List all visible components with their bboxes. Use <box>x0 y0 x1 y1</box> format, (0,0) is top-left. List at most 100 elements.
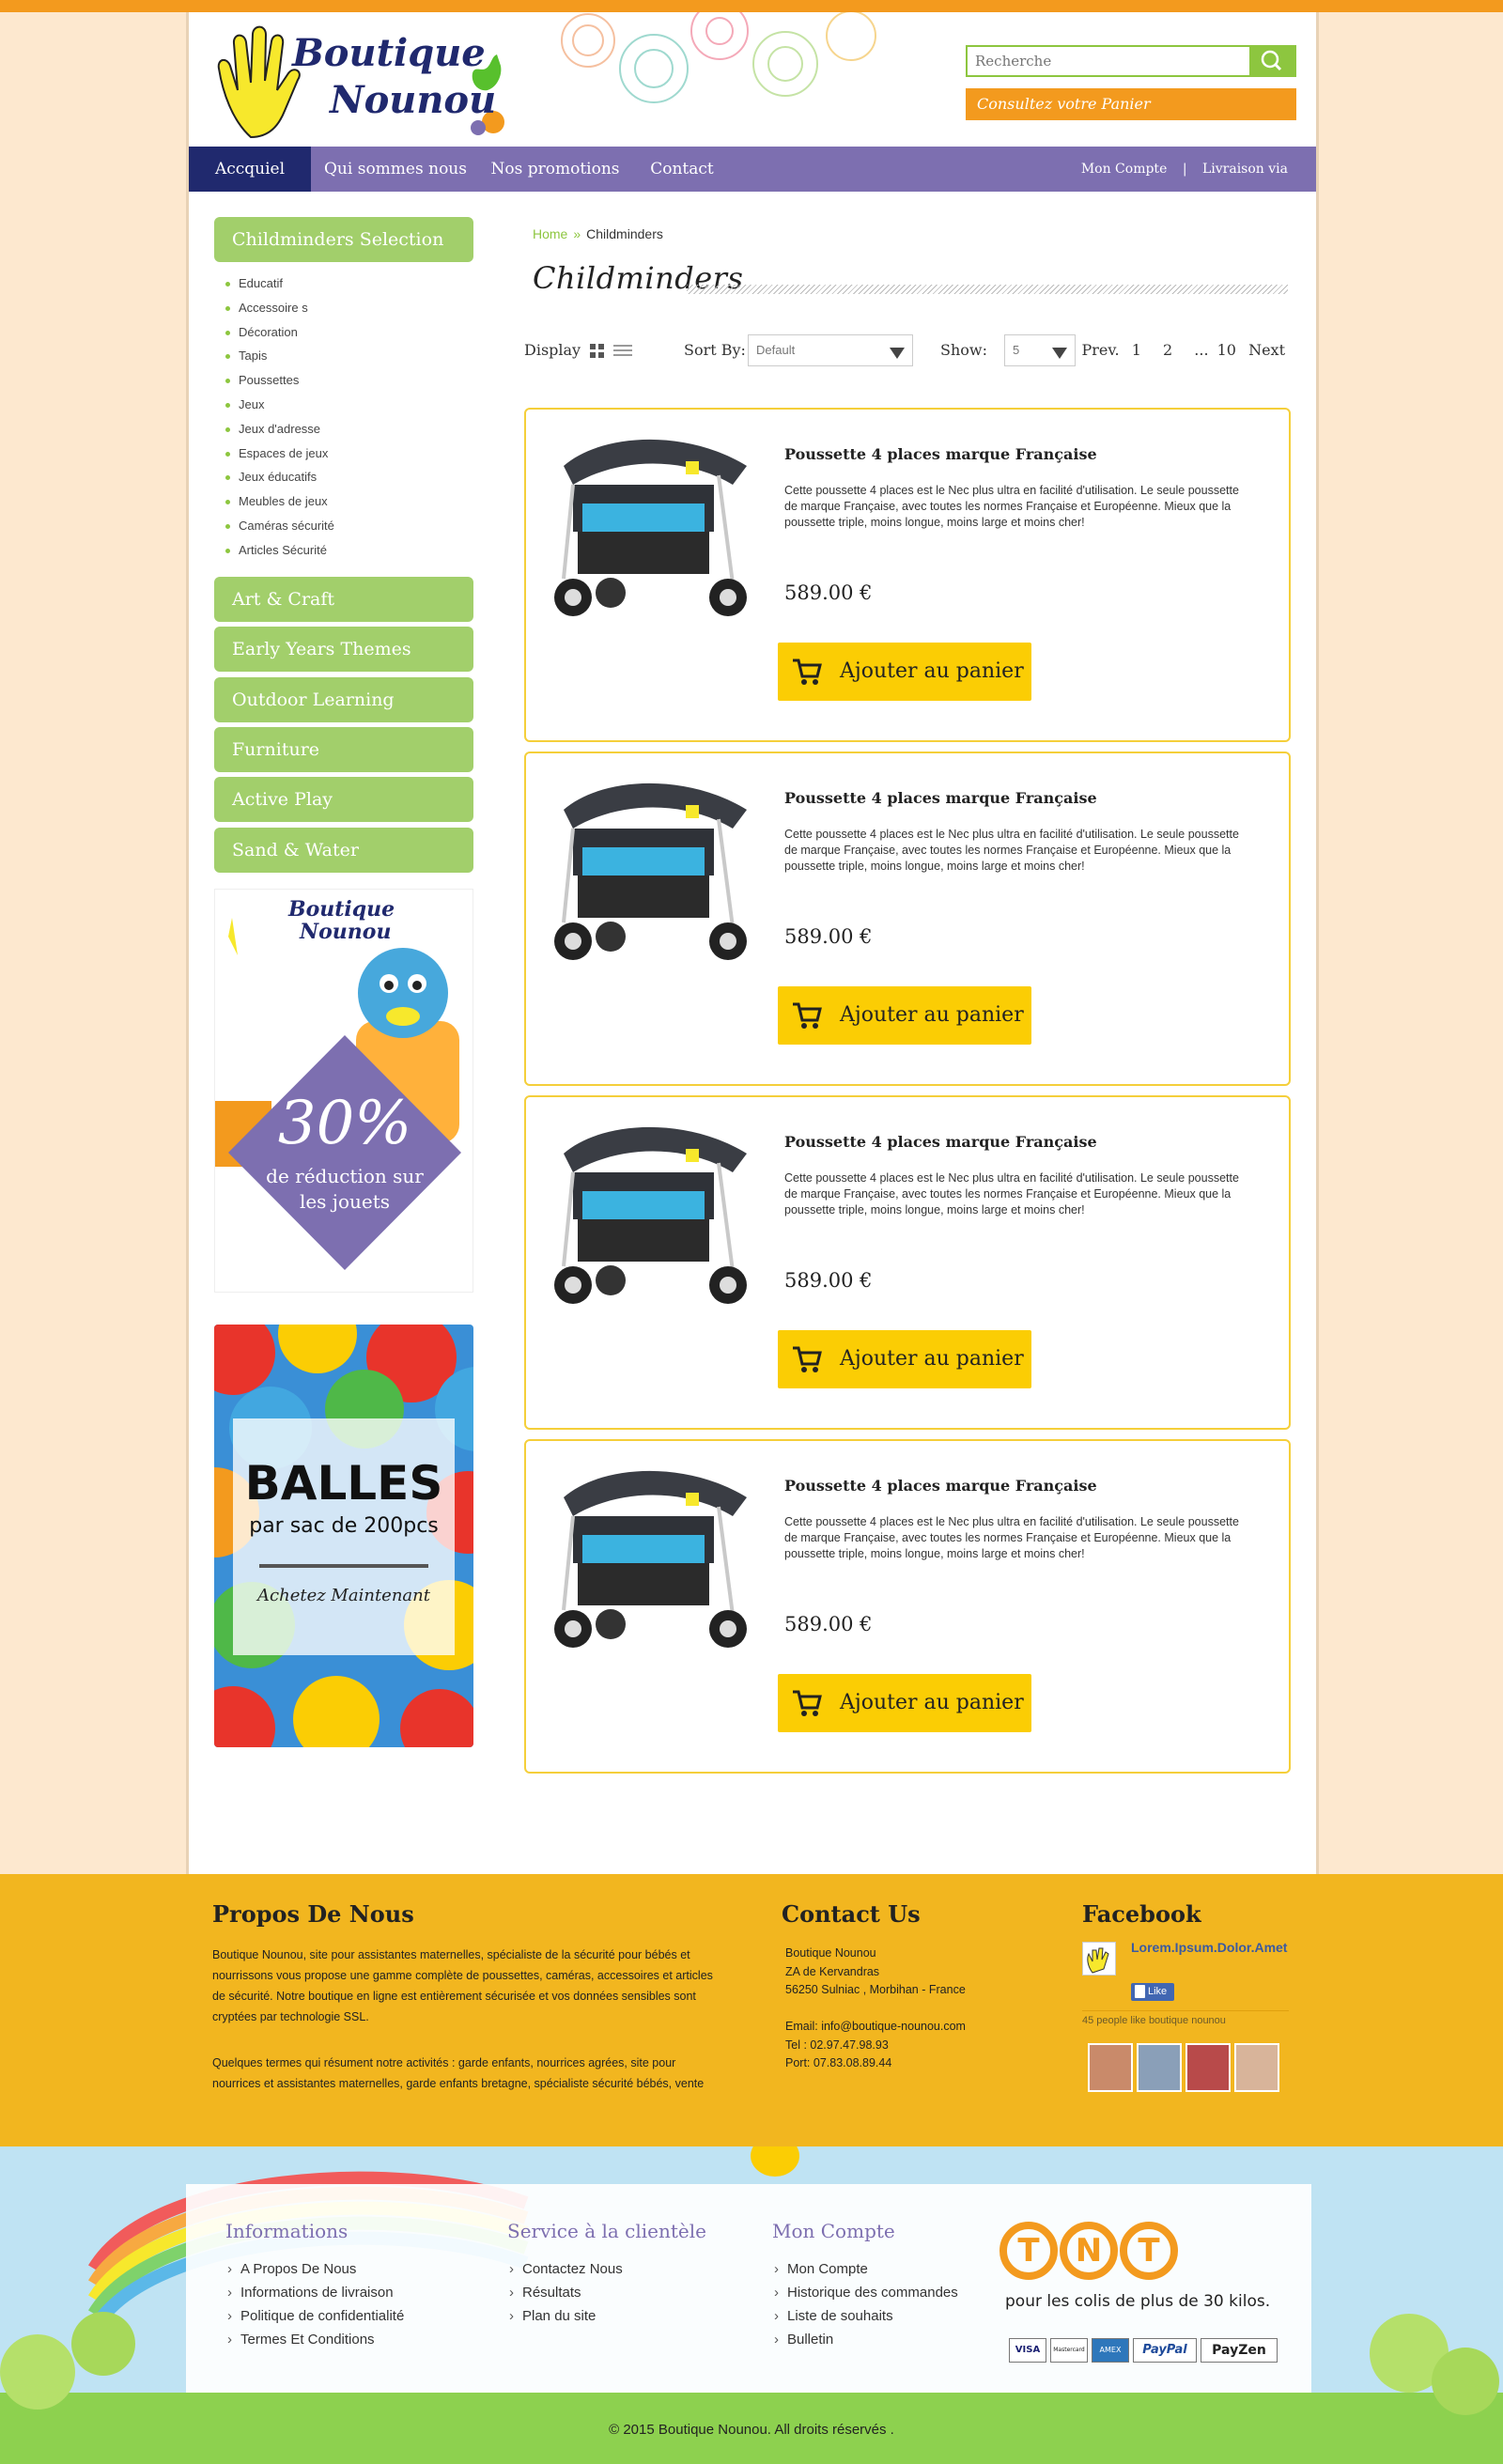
footer-link[interactable]: Bulletin <box>772 2328 958 2351</box>
tnt-letter: T <box>999 2222 1058 2280</box>
product-description: Cette poussette 4 places est le Nec plus… <box>784 1171 1239 1217</box>
search-button[interactable] <box>1249 47 1294 75</box>
sidebar-item[interactable]: Meubles de jeux <box>222 489 334 514</box>
product-name[interactable]: Poussette 4 places marque Française <box>784 1133 1097 1151</box>
show-label: Show: <box>940 341 987 359</box>
show-select[interactable]: 5 <box>1004 334 1076 366</box>
sidebar-category-art-craft[interactable]: Art & Craft <box>214 577 473 622</box>
sidebar-item[interactable]: Educatif <box>222 271 334 296</box>
product-description: Cette poussette 4 places est le Nec plus… <box>784 484 1239 529</box>
facebook-like-button[interactable]: Like <box>1131 1983 1174 2001</box>
facebook-fan-avatar[interactable] <box>1234 2043 1279 2092</box>
breadcrumb-separator: » <box>573 226 581 241</box>
product-card: Poussette 4 places marque Française Cett… <box>524 1095 1291 1430</box>
cart-icon <box>793 1346 822 1372</box>
product-price: 589.00 € <box>784 1269 873 1292</box>
nav-about[interactable]: Qui sommes nous <box>311 147 480 192</box>
sidebar-category-sand-water[interactable]: Sand & Water <box>214 828 473 873</box>
stroller-image[interactable] <box>545 428 756 621</box>
sidebar-item[interactable]: Jeux <box>222 393 334 417</box>
sidebar-category-early-years[interactable]: Early Years Themes <box>214 627 473 672</box>
sidebar-item[interactable]: Jeux éducatifs <box>222 465 334 489</box>
contact-mobile: Port: 07.83.08.89.44 <box>785 2056 892 2069</box>
nav-home[interactable]: Accquiel <box>189 147 311 192</box>
product-description: Cette poussette 4 places est le Nec plus… <box>784 828 1239 873</box>
footer: Propos De Nous Boutique Nounou, site pou… <box>0 1874 1503 2146</box>
add-to-cart-button[interactable]: Ajouter au panier <box>778 986 1031 1045</box>
add-to-cart-button[interactable]: Ajouter au panier <box>778 643 1031 701</box>
product-name[interactable]: Poussette 4 places marque Française <box>784 1477 1097 1495</box>
footer-link[interactable]: Informations de livraison <box>225 2281 404 2304</box>
footer-link[interactable]: A Propos De Nous <box>225 2257 404 2281</box>
promo-banner-balls[interactable]: BALLES par sac de 200pcs Achetez Mainten… <box>214 1325 473 1747</box>
facebook-fan-avatar[interactable] <box>1137 2043 1182 2092</box>
footer-link[interactable]: Contactez Nous <box>507 2257 623 2281</box>
facebook-fan-avatar[interactable] <box>1185 2043 1231 2092</box>
product-card: Poussette 4 places marque Française Cett… <box>524 1439 1291 1774</box>
footer-link[interactable]: Liste de souhaits <box>772 2304 958 2328</box>
footer-link[interactable]: Politique de confidentialité <box>225 2304 404 2328</box>
footer-link[interactable]: Résultats <box>507 2281 623 2304</box>
page-container: Boutique Nounou Consultez votre Panier A… <box>186 12 1319 1874</box>
footer-link[interactable]: Termes Et Conditions <box>225 2328 404 2351</box>
sidebar-item[interactable]: Accessoire s <box>222 296 334 320</box>
sidebar-category-furniture[interactable]: Furniture <box>214 727 473 772</box>
contact-phone: Tel : 02.97.47.98.93 <box>785 2038 889 2052</box>
footer-link[interactable]: Mon Compte <box>772 2257 958 2281</box>
footer-about-title: Propos De Nous <box>212 1900 414 1928</box>
nav-contact[interactable]: Contact <box>630 147 734 192</box>
facebook-fan-avatar[interactable] <box>1088 2043 1133 2092</box>
pager-prev[interactable]: Prev. <box>1082 341 1120 359</box>
pager-next[interactable]: Next <box>1248 341 1285 359</box>
stroller-image[interactable] <box>545 772 756 965</box>
sidebar-item[interactable]: Articles Sécurité <box>222 538 334 563</box>
sidebar-category-selection[interactable]: Childminders Selection <box>214 217 473 262</box>
view-cart-link[interactable]: Consultez votre Panier <box>966 88 1296 120</box>
sidebar-item[interactable]: Poussettes <box>222 368 334 393</box>
footer-link[interactable]: Historique des commandes <box>772 2281 958 2304</box>
add-to-cart-button[interactable]: Ajouter au panier <box>778 1330 1031 1388</box>
chevron-down-icon <box>890 348 905 359</box>
sidebar-category-active-play[interactable]: Active Play <box>214 777 473 822</box>
footer-facebook-title: Facebook <box>1082 1900 1201 1928</box>
show-select-value: 5 <box>1013 343 1020 357</box>
logo-hand-icon <box>1087 1947 1109 1974</box>
sidebar-item[interactable]: Tapis <box>222 344 334 368</box>
sidebar-item[interactable]: Espaces de jeux <box>222 442 334 466</box>
sort-select[interactable]: Default <box>748 334 913 366</box>
sidebar-item[interactable]: Caméras sécurité <box>222 514 334 538</box>
stroller-image[interactable] <box>545 1460 756 1652</box>
sidebar-category-outdoor[interactable]: Outdoor Learning <box>214 677 473 722</box>
promo-banner-discount[interactable]: Boutique Nounou 30% de réduction sur les… <box>214 889 473 1293</box>
pager-page[interactable]: 2 <box>1163 341 1172 359</box>
paypal-icon: PayPal <box>1133 2338 1197 2363</box>
payment-methods: VISA Mastercard AMEX PayPal PayZen <box>1009 2338 1278 2364</box>
footer-link[interactable]: Plan du site <box>507 2304 623 2328</box>
contact-line: ZA de Kervandras <box>785 1964 880 1978</box>
nav-separator: | <box>1182 162 1187 177</box>
promo-percent: 30% <box>277 1089 412 1158</box>
promo-line-2: les jouets <box>299 1190 391 1213</box>
search-input[interactable] <box>968 47 1247 75</box>
delivery-link[interactable]: Livraison via <box>1202 162 1288 177</box>
bottom-footer: Informations A Propos De Nous Informatio… <box>0 2146 1503 2464</box>
sort-select-value: Default <box>756 343 796 357</box>
my-account-link[interactable]: Mon Compte <box>1081 162 1168 177</box>
footer-contact-title: Contact Us <box>782 1900 921 1928</box>
payzen-icon: PayZen <box>1201 2338 1278 2363</box>
facebook-page-name[interactable]: Lorem.Ipsum.Dolor.Amet <box>1131 1940 1287 1955</box>
add-to-cart-button[interactable]: Ajouter au panier <box>778 1674 1031 1732</box>
list-view-icon[interactable] <box>613 344 632 359</box>
facebook-page-avatar[interactable] <box>1082 1942 1116 1976</box>
sidebar-item[interactable]: Décoration <box>222 320 334 345</box>
contact-email[interactable]: Email: info@boutique-nounou.com <box>785 2018 966 2037</box>
grid-view-icon[interactable] <box>590 344 605 359</box>
pager-page[interactable]: 1 <box>1132 341 1141 359</box>
sidebar-item[interactable]: Jeux d'adresse <box>222 417 334 442</box>
pager-page[interactable]: 10 <box>1217 341 1236 359</box>
breadcrumb-home[interactable]: Home <box>533 226 567 241</box>
product-name[interactable]: Poussette 4 places marque Française <box>784 789 1097 807</box>
nav-promotions[interactable]: Nos promotions <box>480 147 630 192</box>
product-name[interactable]: Poussette 4 places marque Française <box>784 445 1097 463</box>
stroller-image[interactable] <box>545 1116 756 1309</box>
